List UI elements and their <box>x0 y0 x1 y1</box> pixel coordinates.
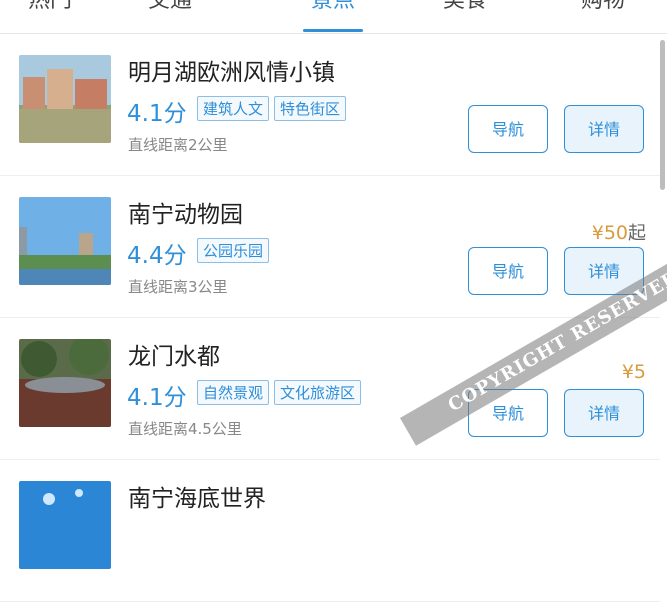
tag-list: 建筑人文 特色街区 <box>197 96 347 121</box>
list-item[interactable]: 南宁海底世界 <box>0 460 660 602</box>
navigate-button[interactable]: 导航 <box>468 105 548 153</box>
distance-text: 直线距离2公里 <box>128 136 228 154</box>
attraction-name[interactable]: 明月湖欧洲风情小镇 <box>128 53 335 87</box>
rating-score: 4.4分 <box>127 243 187 269</box>
tab-attractions[interactable]: 景点 <box>278 0 388 16</box>
price-suffix: 起 <box>628 223 646 244</box>
tab-shopping[interactable]: 购物 <box>548 0 658 16</box>
category-tag: 特色街区 <box>274 96 347 121</box>
attraction-name[interactable]: 南宁动物园 <box>128 195 243 229</box>
rating-score: 4.1分 <box>127 385 187 411</box>
tag-list: 公园乐园 <box>197 238 270 263</box>
tab-transport[interactable]: 交通 <box>115 0 225 16</box>
tab-food[interactable]: 美食 <box>410 0 520 16</box>
attraction-photo <box>19 197 111 285</box>
category-tag: 自然景观 <box>197 380 270 405</box>
attraction-photo <box>19 55 111 143</box>
distance-text: 直线距离3公里 <box>128 278 228 296</box>
tab-hot[interactable]: 热门 <box>0 0 105 16</box>
category-tag: 公园乐园 <box>197 238 270 263</box>
price-label: ¥5 <box>622 361 646 383</box>
attraction-photo <box>19 339 111 427</box>
price-label: ¥50起 <box>592 219 646 245</box>
list-item[interactable]: 南宁动物园 4.4分 公园乐园 直线距离3公里 ¥50起 导航 详情 <box>0 176 660 318</box>
scrollbar[interactable] <box>660 40 665 190</box>
attraction-photo <box>19 481 111 569</box>
price-value: ¥50 <box>591 222 628 244</box>
price-value: ¥5 <box>621 361 646 383</box>
details-button[interactable]: 详情 <box>564 105 644 153</box>
active-tab-indicator <box>303 29 363 32</box>
attraction-name[interactable]: 南宁海底世界 <box>128 479 266 513</box>
details-button[interactable]: 详情 <box>564 389 644 437</box>
attraction-name[interactable]: 龙门水都 <box>128 337 220 371</box>
category-tab-bar: 热门 交通 景点 美食 购物 <box>0 0 667 34</box>
distance-text: 直线距离4.5公里 <box>128 420 242 438</box>
category-tag: 文化旅游区 <box>274 380 362 405</box>
category-tag: 建筑人文 <box>197 96 270 121</box>
tag-list: 自然景观 文化旅游区 <box>197 380 362 405</box>
rating-score: 4.1分 <box>127 101 187 127</box>
list-item[interactable]: 明月湖欧洲风情小镇 4.1分 建筑人文 特色街区 直线距离2公里 导航 详情 <box>0 34 660 176</box>
navigate-button[interactable]: 导航 <box>468 247 548 295</box>
